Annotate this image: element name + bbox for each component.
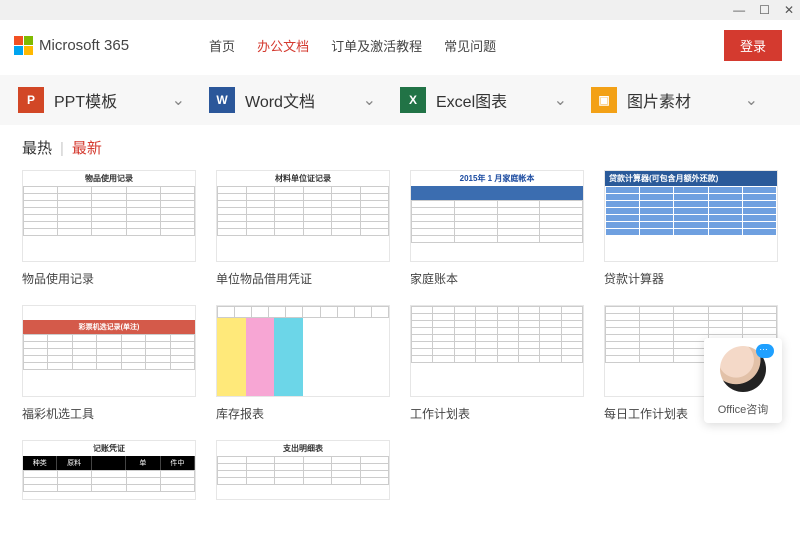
window-controls: — ☐ ✕ — [0, 0, 800, 20]
sort-tabs: 最热 | 最新 — [0, 125, 800, 166]
template-card[interactable]: 材料单位证记录 单位物品借用凭证 — [216, 170, 390, 291]
thumb-title: 2015年 1 月家庭帐本 — [411, 171, 583, 186]
thumb-title: 贷款计算器(可包含月额外还款) — [605, 171, 777, 186]
template-title: 单位物品借用凭证 — [216, 262, 390, 291]
template-title: 福彩机选工具 — [22, 397, 196, 426]
template-card[interactable]: 物品使用记录 物品使用记录 — [22, 170, 196, 291]
cat-word-label: Word文档 — [245, 88, 315, 112]
microsoft-icon — [14, 36, 33, 55]
thumb-title: 记账凭证 — [23, 441, 195, 456]
template-thumb — [216, 305, 390, 397]
chevron-down-icon: ⌄ — [363, 90, 376, 110]
thumb-title: 支出明细表 — [217, 441, 389, 456]
thumb-title: 物品使用记录 — [23, 171, 195, 186]
template-thumb: 贷款计算器(可包含月额外还款) — [604, 170, 778, 262]
support-label: Office咨询 — [708, 401, 778, 417]
cat-word[interactable]: W Word文档 ⌄ — [209, 87, 400, 113]
template-title: 物品使用记录 — [22, 262, 196, 291]
image-icon: ▣ — [591, 87, 617, 113]
chat-bubble-icon — [756, 344, 774, 358]
support-avatar-wrap — [720, 346, 766, 395]
cat-excel-label: Excel图表 — [436, 88, 507, 112]
thumb-title: 材料单位证记录 — [217, 171, 389, 186]
login-button[interactable]: 登录 — [724, 30, 782, 61]
chevron-down-icon: ⌄ — [554, 90, 567, 110]
template-title: 工作计划表 — [410, 397, 584, 426]
template-title: 库存报表 — [216, 397, 390, 426]
template-card[interactable]: 库存报表 — [216, 305, 390, 426]
template-thumb: 支出明细表 — [216, 440, 390, 500]
template-thumb: 物品使用记录 — [22, 170, 196, 262]
word-icon: W — [209, 87, 235, 113]
template-thumb: 记账凭证 种类原料单件中 — [22, 440, 196, 500]
chevron-down-icon: ⌄ — [172, 90, 185, 110]
template-card[interactable]: 贷款计算器(可包含月额外还款) 贷款计算器 — [604, 170, 778, 291]
template-thumb: 彩票机选记录(单注) — [22, 305, 196, 397]
cat-ppt[interactable]: P PPT模板 ⌄ — [18, 87, 209, 113]
template-thumb — [410, 305, 584, 397]
minimize-button[interactable]: — — [733, 3, 745, 17]
brand-logo[interactable]: Microsoft 365 — [14, 36, 129, 55]
tab-hot[interactable]: 最热 — [22, 140, 52, 157]
nav-order[interactable]: 订单及激活教程 — [331, 36, 422, 55]
template-title: 家庭账本 — [410, 262, 584, 291]
support-widget[interactable]: Office咨询 — [704, 338, 782, 423]
nav-faq[interactable]: 常见问题 — [444, 36, 496, 55]
nav-home[interactable]: 首页 — [209, 36, 235, 55]
close-button[interactable]: ✕ — [784, 3, 794, 17]
template-card[interactable]: 记账凭证 种类原料单件中 — [22, 440, 196, 500]
top-nav: 首页 办公文档 订单及激活教程 常见问题 — [209, 36, 496, 55]
chevron-down-icon: ⌄ — [745, 90, 758, 110]
dark-header: 种类原料单件中 — [23, 456, 195, 470]
header: Microsoft 365 首页 办公文档 订单及激活教程 常见问题 登录 — [0, 20, 800, 75]
template-thumb: 材料单位证记录 — [216, 170, 390, 262]
template-card[interactable]: 彩票机选记录(单注) 福彩机选工具 — [22, 305, 196, 426]
template-card[interactable]: 2015年 1 月家庭帐本 家庭账本 — [410, 170, 584, 291]
tab-separator: | — [60, 140, 64, 157]
nav-docs[interactable]: 办公文档 — [257, 36, 309, 55]
cat-excel[interactable]: X Excel图表 ⌄ — [400, 87, 591, 113]
template-thumb: 2015年 1 月家庭帐本 — [410, 170, 584, 262]
cat-ppt-label: PPT模板 — [54, 88, 117, 112]
cat-img-label: 图片素材 — [627, 88, 691, 112]
excel-icon: X — [400, 87, 426, 113]
template-grid: 物品使用记录 物品使用记录 材料单位证记录 单位物品借用凭证 2015年 1 月… — [0, 166, 800, 504]
template-card[interactable]: 工作计划表 — [410, 305, 584, 426]
thumb-title: 彩票机选记录(单注) — [23, 320, 195, 334]
brand-text: Microsoft 365 — [39, 37, 129, 54]
cat-img[interactable]: ▣ 图片素材 ⌄ — [591, 87, 782, 113]
ppt-icon: P — [18, 87, 44, 113]
tab-new[interactable]: 最新 — [72, 140, 102, 157]
template-card[interactable]: 支出明细表 — [216, 440, 390, 500]
template-title: 贷款计算器 — [604, 262, 778, 291]
category-bar: P PPT模板 ⌄ W Word文档 ⌄ X Excel图表 ⌄ ▣ 图片素材 ⌄ — [0, 75, 800, 125]
maximize-button[interactable]: ☐ — [759, 3, 770, 17]
